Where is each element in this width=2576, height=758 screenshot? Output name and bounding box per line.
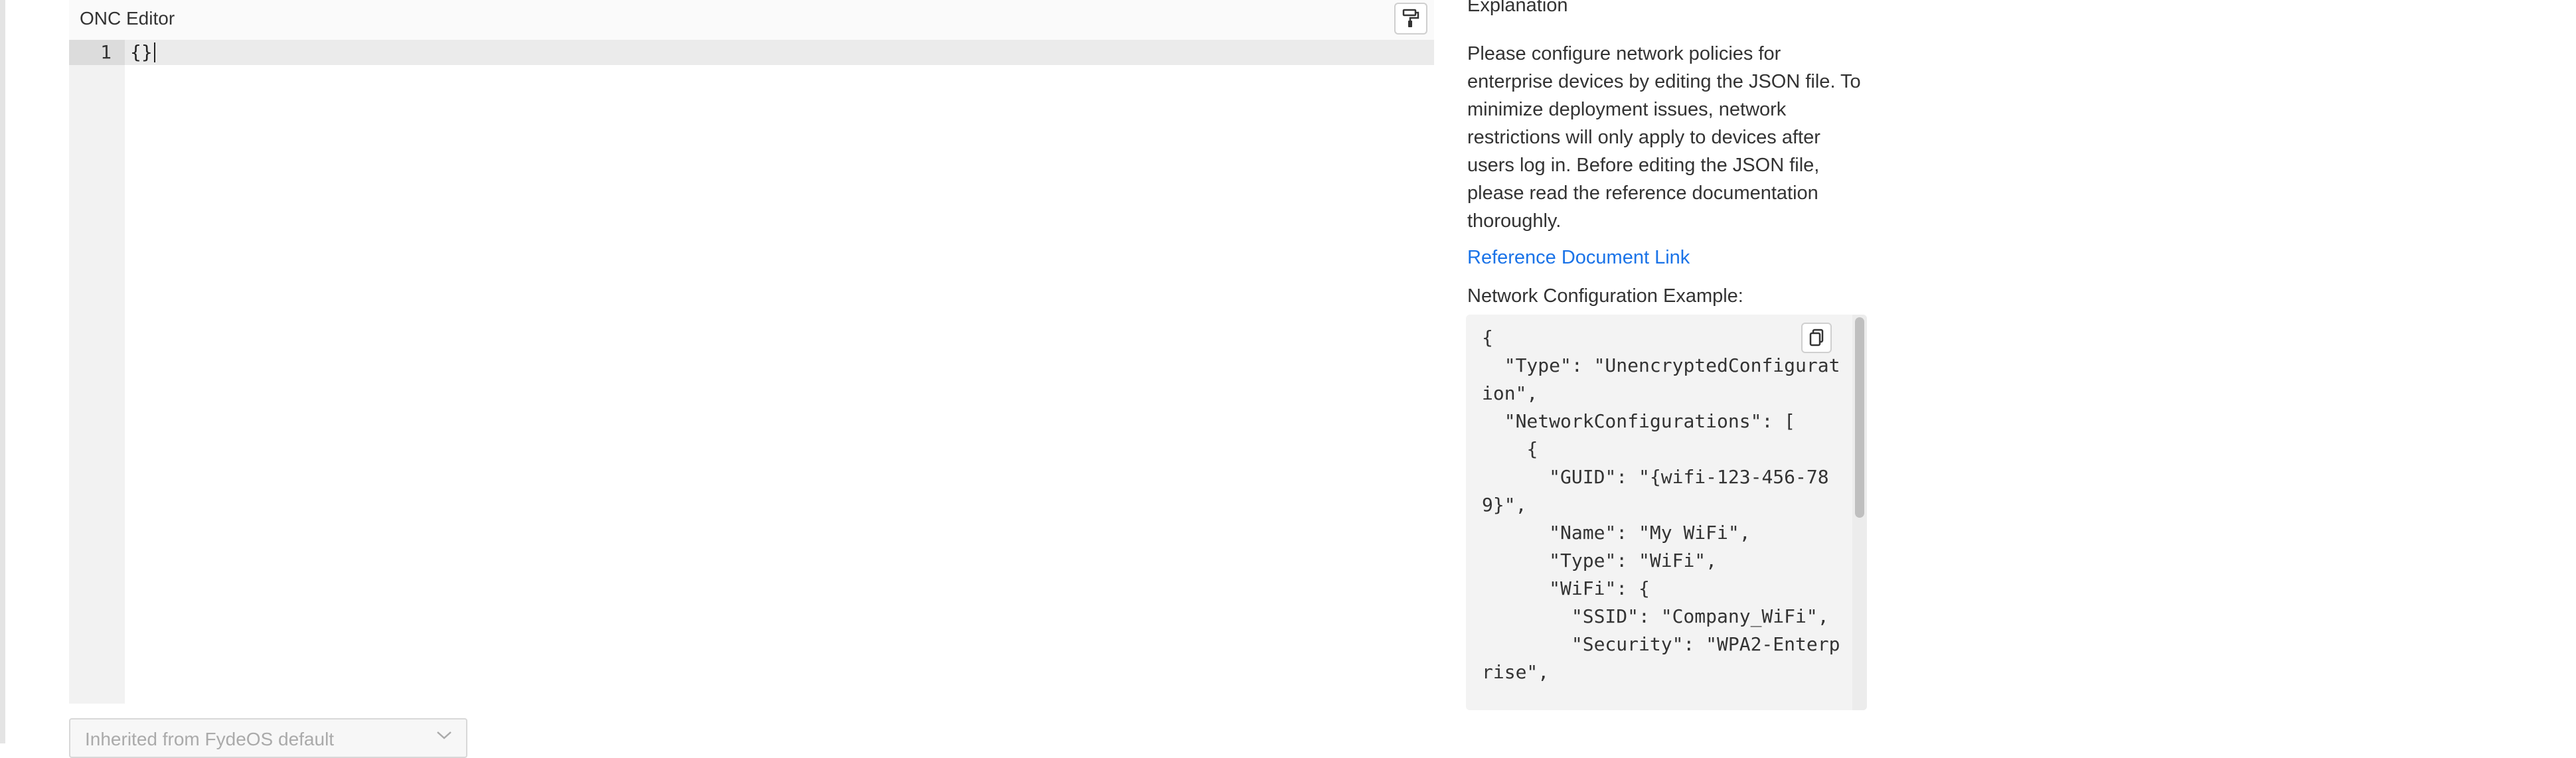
policy-source-select[interactable]: Inherited from FydeOS default: [69, 718, 467, 758]
copy-icon: [1809, 329, 1824, 346]
reference-document-link[interactable]: Reference Document Link: [1467, 247, 1690, 269]
editor-code-line[interactable]: {}: [130, 40, 153, 65]
policy-source-value: Inherited from FydeOS default: [85, 729, 335, 749]
text-cursor: [154, 42, 155, 62]
explanation-text: Please configure network policies for en…: [1467, 43, 1861, 232]
paint-roller-icon: [1402, 9, 1419, 27]
chevron-down-icon: [437, 731, 451, 739]
example-code: { "Type": "UnencryptedConfiguration", "N…: [1482, 327, 1840, 683]
example-label: Network Configuration Example:: [1467, 285, 1743, 307]
editor-active-line[interactable]: [69, 40, 1434, 65]
editor-gutter: [69, 40, 125, 704]
editor-title: ONC Editor: [80, 8, 175, 29]
explanation-title: Explanation: [1467, 0, 1568, 16]
format-button[interactable]: [1394, 3, 1427, 35]
copy-button[interactable]: [1801, 323, 1832, 353]
line-number: 1: [69, 40, 125, 65]
example-code-block[interactable]: { "Type": "UnencryptedConfiguration", "N…: [1466, 315, 1867, 710]
page-left-border: [0, 0, 5, 743]
example-scrollbar[interactable]: [1852, 315, 1867, 710]
editor-header: ONC Editor: [69, 0, 1434, 40]
scrollbar-thumb[interactable]: [1855, 317, 1864, 518]
